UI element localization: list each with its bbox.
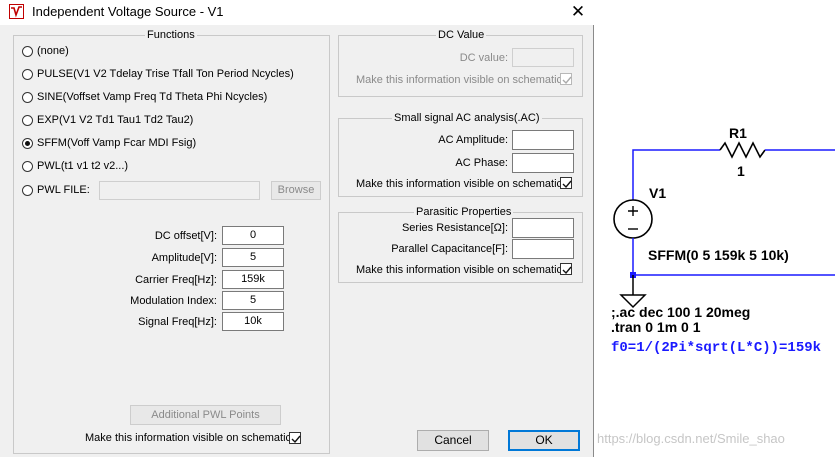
- radio-pwl[interactable]: [22, 161, 33, 172]
- checkmark-icon: [562, 266, 572, 275]
- cancel-button[interactable]: Cancel: [417, 430, 489, 451]
- series-resistance-label: Series Resistance[Ω]:: [401, 222, 508, 234]
- parallel-capacitance-label: Parallel Capacitance[F]:: [391, 243, 508, 255]
- ac-amplitude-label: AC Amplitude:: [438, 134, 508, 146]
- voltage-source-dialog: Independent Voltage Source - V1 ✕ Functi…: [0, 0, 594, 457]
- watermark: https://blog.csdn.net/Smile_shao: [597, 431, 785, 446]
- functions-group-label: Functions: [145, 29, 197, 41]
- ac-visible-label: Make this information visible on schemat…: [356, 178, 566, 190]
- series-resistance-input[interactable]: [512, 218, 574, 238]
- radio-sffm[interactable]: [22, 138, 33, 149]
- ac-analysis-group-label: Small signal AC analysis(.AC): [392, 112, 542, 124]
- radio-none-label[interactable]: (none): [37, 45, 69, 57]
- circuit-drawing: [613, 141, 835, 309]
- radio-pulse[interactable]: [22, 69, 33, 80]
- frequency-comment[interactable]: f0=1/(2Pi*sqrt(L*C))=159k: [611, 340, 821, 356]
- resistor-name[interactable]: R1: [729, 125, 747, 141]
- dc-offset-input[interactable]: 0: [222, 226, 284, 245]
- ltspice-app-icon: [9, 4, 24, 19]
- parallel-capacitance-input[interactable]: [512, 239, 574, 259]
- ac-phase-input[interactable]: [512, 153, 574, 173]
- browse-button[interactable]: Browse: [271, 181, 321, 200]
- radio-pwl-label[interactable]: PWL(t1 v1 t2 v2...): [37, 160, 128, 172]
- functions-visible-label: Make this information visible on schemat…: [85, 432, 295, 444]
- checkmark-icon: [562, 180, 572, 189]
- functions-visible-checkbox[interactable]: [289, 432, 301, 444]
- radio-pulse-label[interactable]: PULSE(V1 V2 Tdelay Trise Tfall Ton Perio…: [37, 68, 294, 80]
- radio-pwl-file-label[interactable]: PWL FILE:: [37, 184, 90, 196]
- dc-visible-label: Make this information visible on schemat…: [356, 74, 566, 86]
- pwl-file-input[interactable]: [99, 181, 260, 200]
- dc-visible-checkbox[interactable]: [560, 73, 572, 85]
- ac-directive[interactable]: ;.ac dec 100 1 20meg: [611, 304, 750, 320]
- radio-exp[interactable]: [22, 115, 33, 126]
- signal-freq-label: Signal Freq[Hz]:: [138, 316, 217, 328]
- ac-amplitude-input[interactable]: [512, 130, 574, 150]
- resistor-value[interactable]: 1: [737, 163, 745, 179]
- title-bar: Independent Voltage Source - V1 ✕: [0, 0, 594, 25]
- parasitic-visible-checkbox[interactable]: [560, 263, 572, 275]
- close-button[interactable]: ✕: [566, 2, 590, 22]
- radio-sine-label[interactable]: SINE(Voffset Vamp Freq Td Theta Phi Ncyc…: [37, 91, 267, 103]
- dc-offset-label: DC offset[V]:: [154, 230, 217, 242]
- dc-value-input[interactable]: [512, 48, 574, 67]
- amplitude-input[interactable]: 5: [222, 248, 284, 267]
- schematic-canvas[interactable]: R1 1 V1 SFFM(0 5 159k 5 10k) ;.ac dec 10…: [595, 0, 835, 457]
- ok-button[interactable]: OK: [508, 430, 580, 451]
- wire-top: [632, 149, 720, 200]
- signal-freq-input[interactable]: 10k: [222, 312, 284, 331]
- voltage-source-symbol: [613, 199, 653, 239]
- checkmark-icon: [562, 76, 572, 85]
- radio-exp-label[interactable]: EXP(V1 V2 Td1 Tau1 Td2 Tau2): [37, 114, 193, 126]
- checkmark-icon: [291, 435, 301, 444]
- window-title: Independent Voltage Source - V1: [32, 4, 224, 19]
- source-name[interactable]: V1: [649, 185, 666, 201]
- radio-pwl-file[interactable]: [22, 185, 33, 196]
- parasitic-group-label: Parasitic Properties: [414, 206, 514, 218]
- source-value[interactable]: SFFM(0 5 159k 5 10k): [648, 247, 789, 263]
- amplitude-label: Amplitude[V]:: [151, 252, 217, 264]
- modulation-index-label: Modulation Index:: [130, 295, 217, 307]
- carrier-freq-label: Carrier Freq[Hz]:: [135, 274, 217, 286]
- dc-value-label: DC value:: [459, 52, 508, 64]
- radio-none[interactable]: [22, 46, 33, 57]
- radio-sffm-label[interactable]: SFFM(Voff Vamp Fcar MDI Fsig): [37, 137, 196, 149]
- tran-directive[interactable]: .tran 0 1m 0 1: [611, 319, 701, 335]
- parasitic-visible-label: Make this information visible on schemat…: [356, 264, 566, 276]
- carrier-freq-input[interactable]: 159k: [222, 270, 284, 289]
- modulation-index-input[interactable]: 5: [222, 291, 284, 310]
- resistor-r1-symbol: [719, 141, 766, 159]
- ac-phase-label: AC Phase:: [455, 157, 508, 169]
- ground-symbol: [619, 275, 647, 309]
- additional-pwl-points-button[interactable]: Additional PWL Points: [130, 405, 281, 425]
- ac-visible-checkbox[interactable]: [560, 177, 572, 189]
- dc-value-group-label: DC Value: [436, 29, 487, 41]
- radio-sine[interactable]: [22, 92, 33, 103]
